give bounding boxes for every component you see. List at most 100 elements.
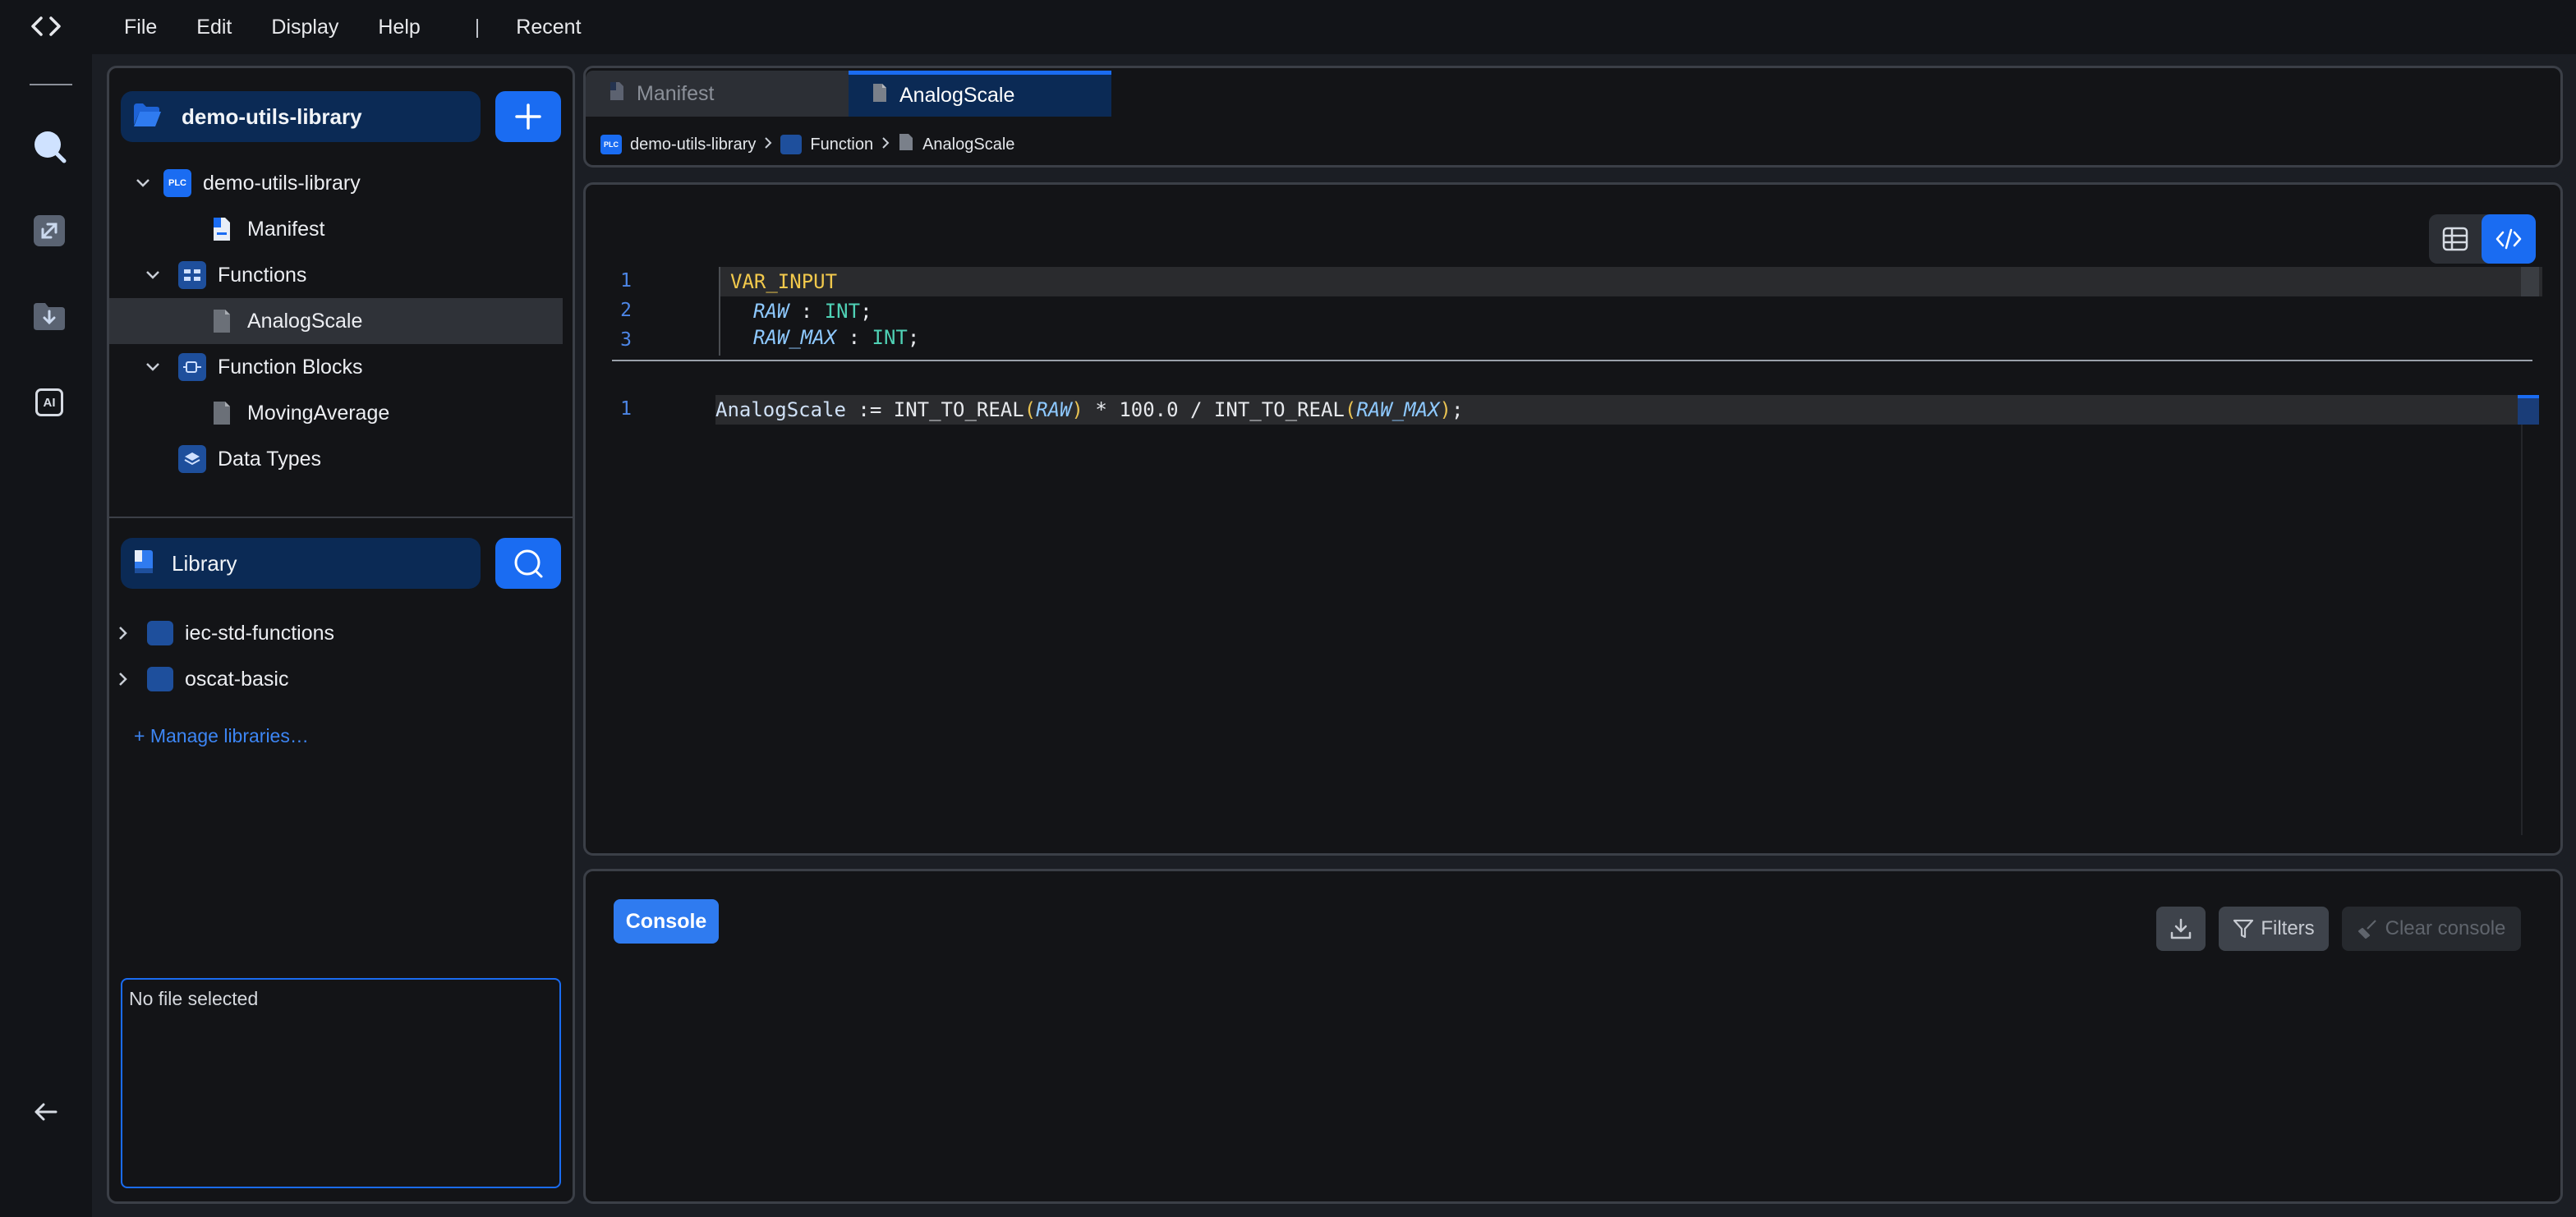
- plus-icon: [515, 103, 541, 130]
- search-icon: [514, 549, 543, 578]
- editor-panel: 1 VAR_INPUT 2 RAW : INT; 3 RAW_MAX : INT…: [583, 182, 2563, 856]
- scrollbar[interactable]: [2521, 267, 2539, 296]
- st-file-icon: [898, 132, 914, 157]
- breadcrumb-project[interactable]: demo-utils-library: [630, 135, 756, 154]
- var-sep: :: [789, 300, 825, 323]
- add-button[interactable]: [495, 91, 561, 142]
- clear-console-button[interactable]: Clear console: [2342, 907, 2521, 951]
- book-icon: [132, 549, 155, 579]
- file-info-box: No file selected: [121, 978, 561, 1188]
- assign-target: AnalogScale: [715, 398, 846, 421]
- tab-analogscale-label: AnalogScale: [899, 84, 1015, 107]
- var-sep: :: [836, 326, 872, 349]
- code-line-raw: RAW : INT;: [753, 296, 872, 326]
- breadcrumb-file[interactable]: AnalogScale: [922, 135, 1014, 154]
- tree-item-movingaverage[interactable]: MovingAverage: [117, 390, 569, 436]
- semicolon: ;: [907, 326, 920, 349]
- function-block-folder-icon: [178, 353, 206, 381]
- tree-item-manifest[interactable]: Manifest: [117, 206, 569, 252]
- tree-folder-functions[interactable]: Functions: [117, 252, 569, 298]
- chevron-right-icon: [881, 135, 890, 154]
- semicolon: ;: [860, 300, 872, 323]
- search-icon[interactable]: [30, 126, 69, 166]
- menu-edit[interactable]: Edit: [196, 16, 232, 39]
- arg-raw-max: RAW_MAX: [1356, 398, 1440, 421]
- function-folder-icon: [178, 261, 206, 289]
- tree-root[interactable]: PLC demo-utils-library: [117, 160, 569, 206]
- table-view-icon[interactable]: [2429, 214, 2482, 264]
- rail-divider: [30, 84, 72, 85]
- scrollbar-track: [2521, 425, 2523, 835]
- folder-open-icon: [132, 102, 162, 132]
- paren: (: [1024, 398, 1037, 421]
- st-file-icon: [208, 399, 236, 427]
- breadcrumb-category[interactable]: Function: [810, 135, 873, 154]
- tab-analogscale[interactable]: AnalogScale: [849, 71, 1111, 117]
- st-file-icon: [208, 307, 236, 335]
- tree-folder-data-types[interactable]: Data Types: [117, 436, 569, 482]
- paren: (: [1344, 398, 1357, 421]
- console-filters-label: Filters: [2261, 917, 2315, 939]
- console-download-button[interactable]: [2156, 907, 2206, 951]
- st-file-icon: [872, 82, 888, 109]
- line-number: 3: [620, 329, 632, 351]
- menu-display[interactable]: Display: [271, 16, 338, 39]
- console-panel: Console Filters Clear console: [583, 869, 2563, 1204]
- view-toggle: [2429, 214, 2536, 264]
- tab-manifest-label: Manifest: [637, 81, 715, 105]
- manage-libraries-link[interactable]: + Manage libraries…: [134, 725, 309, 747]
- ai-icon[interactable]: AI: [30, 383, 69, 422]
- library-search-button[interactable]: [495, 538, 561, 589]
- line-number: 2: [620, 300, 632, 321]
- code-line-raw-max: RAW_MAX : INT;: [753, 326, 919, 351]
- filter-icon: [2233, 919, 2254, 939]
- library-item-iec[interactable]: iec-std-functions: [109, 610, 561, 656]
- tree-folder-data-types-label: Data Types: [218, 447, 322, 471]
- manifest-file-icon: [609, 80, 625, 108]
- type-int: INT: [824, 300, 861, 323]
- menu-help[interactable]: Help: [378, 16, 420, 39]
- library-item-oscat[interactable]: oscat-basic: [109, 656, 561, 702]
- assign-op: :=: [845, 398, 894, 421]
- tree-folder-function-blocks[interactable]: Function Blocks: [117, 344, 569, 390]
- code-logo-icon[interactable]: [30, 11, 62, 41]
- chevron-down-icon[interactable]: [131, 177, 155, 189]
- project-name: demo-utils-library: [182, 103, 362, 129]
- fn-int-to-real: INT_TO_REAL: [893, 398, 1024, 421]
- menu-file[interactable]: File: [124, 16, 157, 39]
- tree-item-analogscale[interactable]: AnalogScale: [109, 298, 563, 344]
- breadcrumb: PLC demo-utils-library Function AnalogSc…: [600, 132, 1014, 157]
- plc-icon: PLC: [163, 169, 191, 197]
- console-filters-button[interactable]: Filters: [2219, 907, 2329, 951]
- library-header[interactable]: Library: [121, 538, 481, 589]
- line-number: 1: [620, 398, 632, 420]
- collapse-arrow-icon[interactable]: [31, 1097, 61, 1127]
- activity-rail: AI: [0, 0, 92, 1217]
- ai-label: AI: [35, 388, 63, 416]
- library-item-label: oscat-basic: [185, 667, 289, 691]
- chevron-down-icon[interactable]: [140, 361, 165, 373]
- broom-icon: [2358, 920, 2376, 939]
- tab-manifest[interactable]: Manifest: [586, 71, 849, 117]
- code-view-icon[interactable]: [2482, 214, 2536, 264]
- arg-raw: RAW: [1036, 398, 1072, 421]
- download-folder-icon[interactable]: [30, 296, 69, 336]
- chevron-right-icon[interactable]: [111, 625, 136, 641]
- editor-split-divider[interactable]: [612, 360, 2532, 361]
- menu-recent[interactable]: Recent: [516, 16, 581, 39]
- function-folder-icon: [780, 135, 803, 154]
- chevron-right-icon[interactable]: [111, 671, 136, 687]
- keyword-var-input: VAR_INPUT: [730, 270, 838, 293]
- chevron-down-icon[interactable]: [140, 269, 165, 281]
- project-header[interactable]: demo-utils-library: [121, 91, 481, 142]
- scrollbar[interactable]: [2518, 395, 2539, 425]
- code-line-var-input: VAR_INPUT: [730, 267, 837, 296]
- body-editor[interactable]: 1 AnalogScale := INT_TO_REAL(RAW) * 100.…: [599, 395, 2546, 838]
- console-tab[interactable]: Console: [614, 899, 719, 944]
- semicolon: ;: [1451, 398, 1464, 421]
- current-line-highlight: [719, 267, 2542, 296]
- var-raw: RAW: [753, 300, 789, 323]
- plc-icon: PLC: [600, 135, 622, 154]
- expand-icon[interactable]: [30, 211, 69, 250]
- tree-folder-function-blocks-label: Function Blocks: [218, 355, 363, 379]
